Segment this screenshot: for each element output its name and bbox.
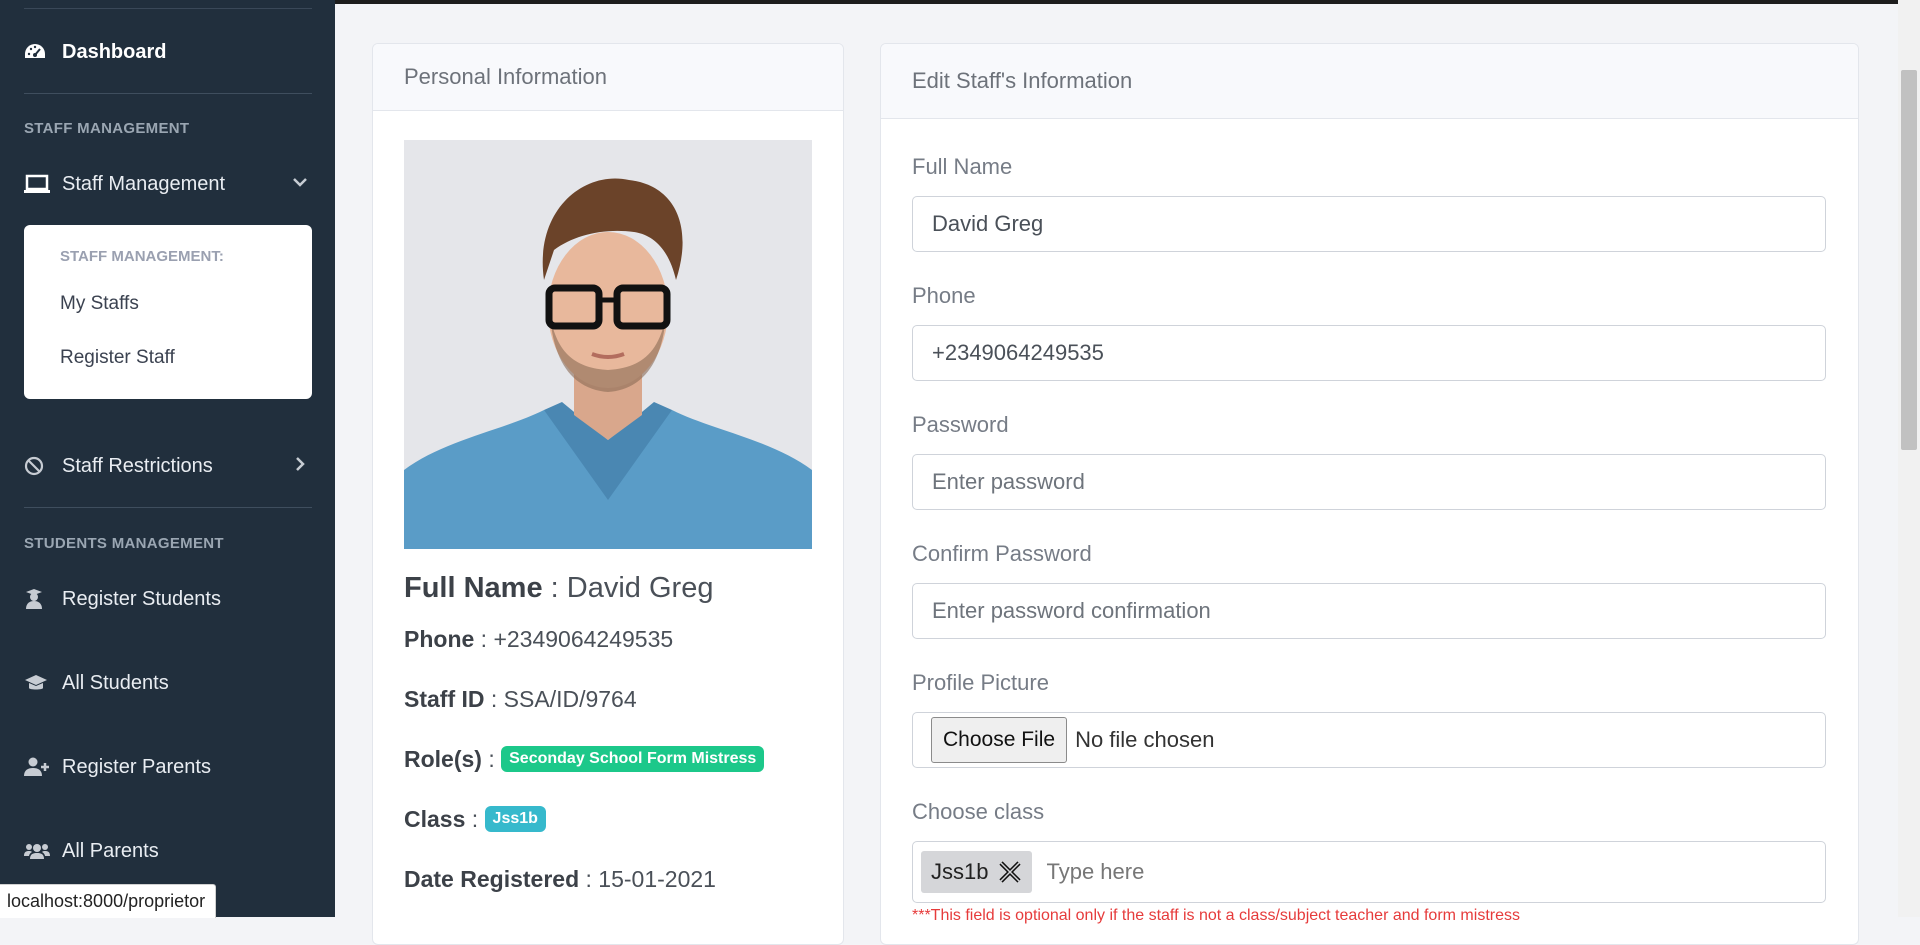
users-icon	[24, 840, 50, 862]
profile-full-name: Full Name : David Greg	[404, 572, 713, 605]
sidebar-item-staff-management[interactable]: Staff Management	[24, 166, 312, 202]
confirm-password-input[interactable]	[912, 583, 1826, 639]
sidebar-item-label: Staff Management	[62, 172, 226, 195]
profile-class: Class : Jss1b	[404, 805, 546, 834]
sidebar-item-all-students[interactable]: All Students	[24, 665, 312, 701]
separator: :	[488, 746, 495, 772]
choose-file-button[interactable]: Choose File	[931, 717, 1068, 763]
submenu-item-my-staffs[interactable]: My Staffs	[60, 293, 139, 315]
profile-photo	[404, 140, 812, 549]
staff-id-value: SSA/ID/9764	[503, 686, 637, 712]
personal-info-card: Personal Information Full Name : David G…	[372, 43, 844, 945]
user-graduate-icon	[24, 588, 50, 610]
role-badge: Seconday School Form Mistress	[501, 745, 765, 772]
profile-date-registered: Date Registered : 15-01-2021	[404, 866, 716, 893]
date-label: Date Registered	[404, 866, 580, 892]
sidebar-item-label: Staff Restrictions	[62, 454, 213, 477]
phone-field-label: Phone	[912, 283, 976, 308]
graduation-cap-icon	[24, 672, 50, 694]
sidebar-item-register-students[interactable]: Register Students	[24, 581, 312, 617]
roles-label: Role(s)	[404, 746, 482, 772]
sidebar-item-dashboard[interactable]: Dashboard	[24, 34, 312, 70]
class-field-note: ***This field is optional only if the st…	[912, 907, 1520, 924]
sidebar-section-heading: STAFF MANAGEMENT	[24, 120, 190, 137]
sidebar-item-label: Register Students	[62, 587, 221, 610]
date-value: 15-01-2021	[598, 866, 716, 892]
sidebar-divider	[24, 93, 312, 94]
separator: :	[480, 626, 488, 652]
confirm-password-field-label: Confirm Password	[912, 541, 1092, 566]
class-tag-input: Jss1b	[912, 841, 1826, 903]
class-tag-label: Jss1b	[931, 859, 989, 884]
chevron-right-icon	[292, 456, 308, 477]
chevron-down-icon	[292, 174, 308, 195]
password-field-label: Password	[912, 412, 1009, 437]
profile-phone: Phone : +2349064249535	[404, 626, 673, 653]
user-plus-icon	[24, 756, 50, 778]
profile-staff-id: Staff ID : SSA/ID/9764	[404, 686, 637, 713]
sidebar-item-label: Register Parents	[62, 755, 211, 778]
staff-id-label: Staff ID	[404, 686, 485, 712]
choose-class-field-label: Choose class	[912, 799, 1045, 824]
top-border	[335, 0, 1920, 4]
password-input[interactable]	[912, 454, 1826, 510]
remove-tag-icon[interactable]	[998, 860, 1022, 884]
browser-status-url: localhost:8000/proprietor	[0, 884, 217, 918]
sidebar-item-label: Dashboard	[62, 40, 167, 63]
laptop-icon	[24, 173, 50, 195]
file-status: No file chosen	[1075, 727, 1215, 752]
sidebar-item-register-parents[interactable]: Register Parents	[24, 749, 312, 785]
tachometer-icon	[24, 41, 50, 63]
scrollbar-thumb[interactable]	[1901, 70, 1917, 450]
class-label: Class	[404, 806, 466, 832]
page-scrollbar[interactable]	[1898, 0, 1920, 917]
sidebar: Dashboard STAFF MANAGEMENT Staff Managem…	[0, 0, 335, 917]
card-title: Personal Information	[404, 64, 607, 89]
class-search-input[interactable]	[1044, 858, 1449, 886]
submenu-item-register-staff[interactable]: Register Staff	[60, 347, 175, 369]
full-name-value: David Greg	[566, 572, 714, 604]
sidebar-section-heading: STUDENTS MANAGEMENT	[24, 535, 224, 552]
profile-picture-input: Choose File No file chosen	[912, 712, 1826, 768]
card-header: Edit Staff's Information	[881, 44, 1858, 119]
staff-submenu: STAFF MANAGEMENT: My Staffs Register Sta…	[24, 225, 312, 399]
card-header: Personal Information	[373, 44, 843, 111]
profile-roles: Role(s) : Seconday School Form Mistress	[404, 745, 765, 774]
full-name-field-label: Full Name	[912, 154, 1013, 179]
sidebar-divider	[24, 8, 312, 9]
sidebar-item-label: All Students	[62, 671, 169, 694]
phone-value: +2349064249535	[493, 626, 674, 652]
separator: :	[490, 686, 498, 712]
full-name-label: Full Name	[404, 572, 543, 604]
submenu-heading: STAFF MANAGEMENT:	[60, 248, 224, 265]
edit-staff-card: Edit Staff's Information Full Name Phone…	[880, 43, 1859, 945]
class-badge: Jss1b	[484, 805, 546, 832]
profile-picture-field-label: Profile Picture	[912, 670, 1049, 695]
separator: :	[550, 572, 559, 604]
sidebar-item-all-parents[interactable]: All Parents	[24, 833, 312, 869]
class-tag: Jss1b	[921, 851, 1033, 893]
card-title: Edit Staff's Information	[912, 68, 1133, 93]
separator: :	[471, 806, 479, 832]
sidebar-item-label: All Parents	[62, 839, 159, 862]
separator: :	[585, 866, 592, 892]
ban-icon	[24, 455, 50, 477]
sidebar-item-staff-restrictions[interactable]: Staff Restrictions	[24, 448, 312, 484]
full-name-input[interactable]	[912, 196, 1826, 252]
phone-input[interactable]	[912, 325, 1826, 381]
phone-label: Phone	[404, 626, 475, 652]
sidebar-divider	[24, 507, 312, 508]
